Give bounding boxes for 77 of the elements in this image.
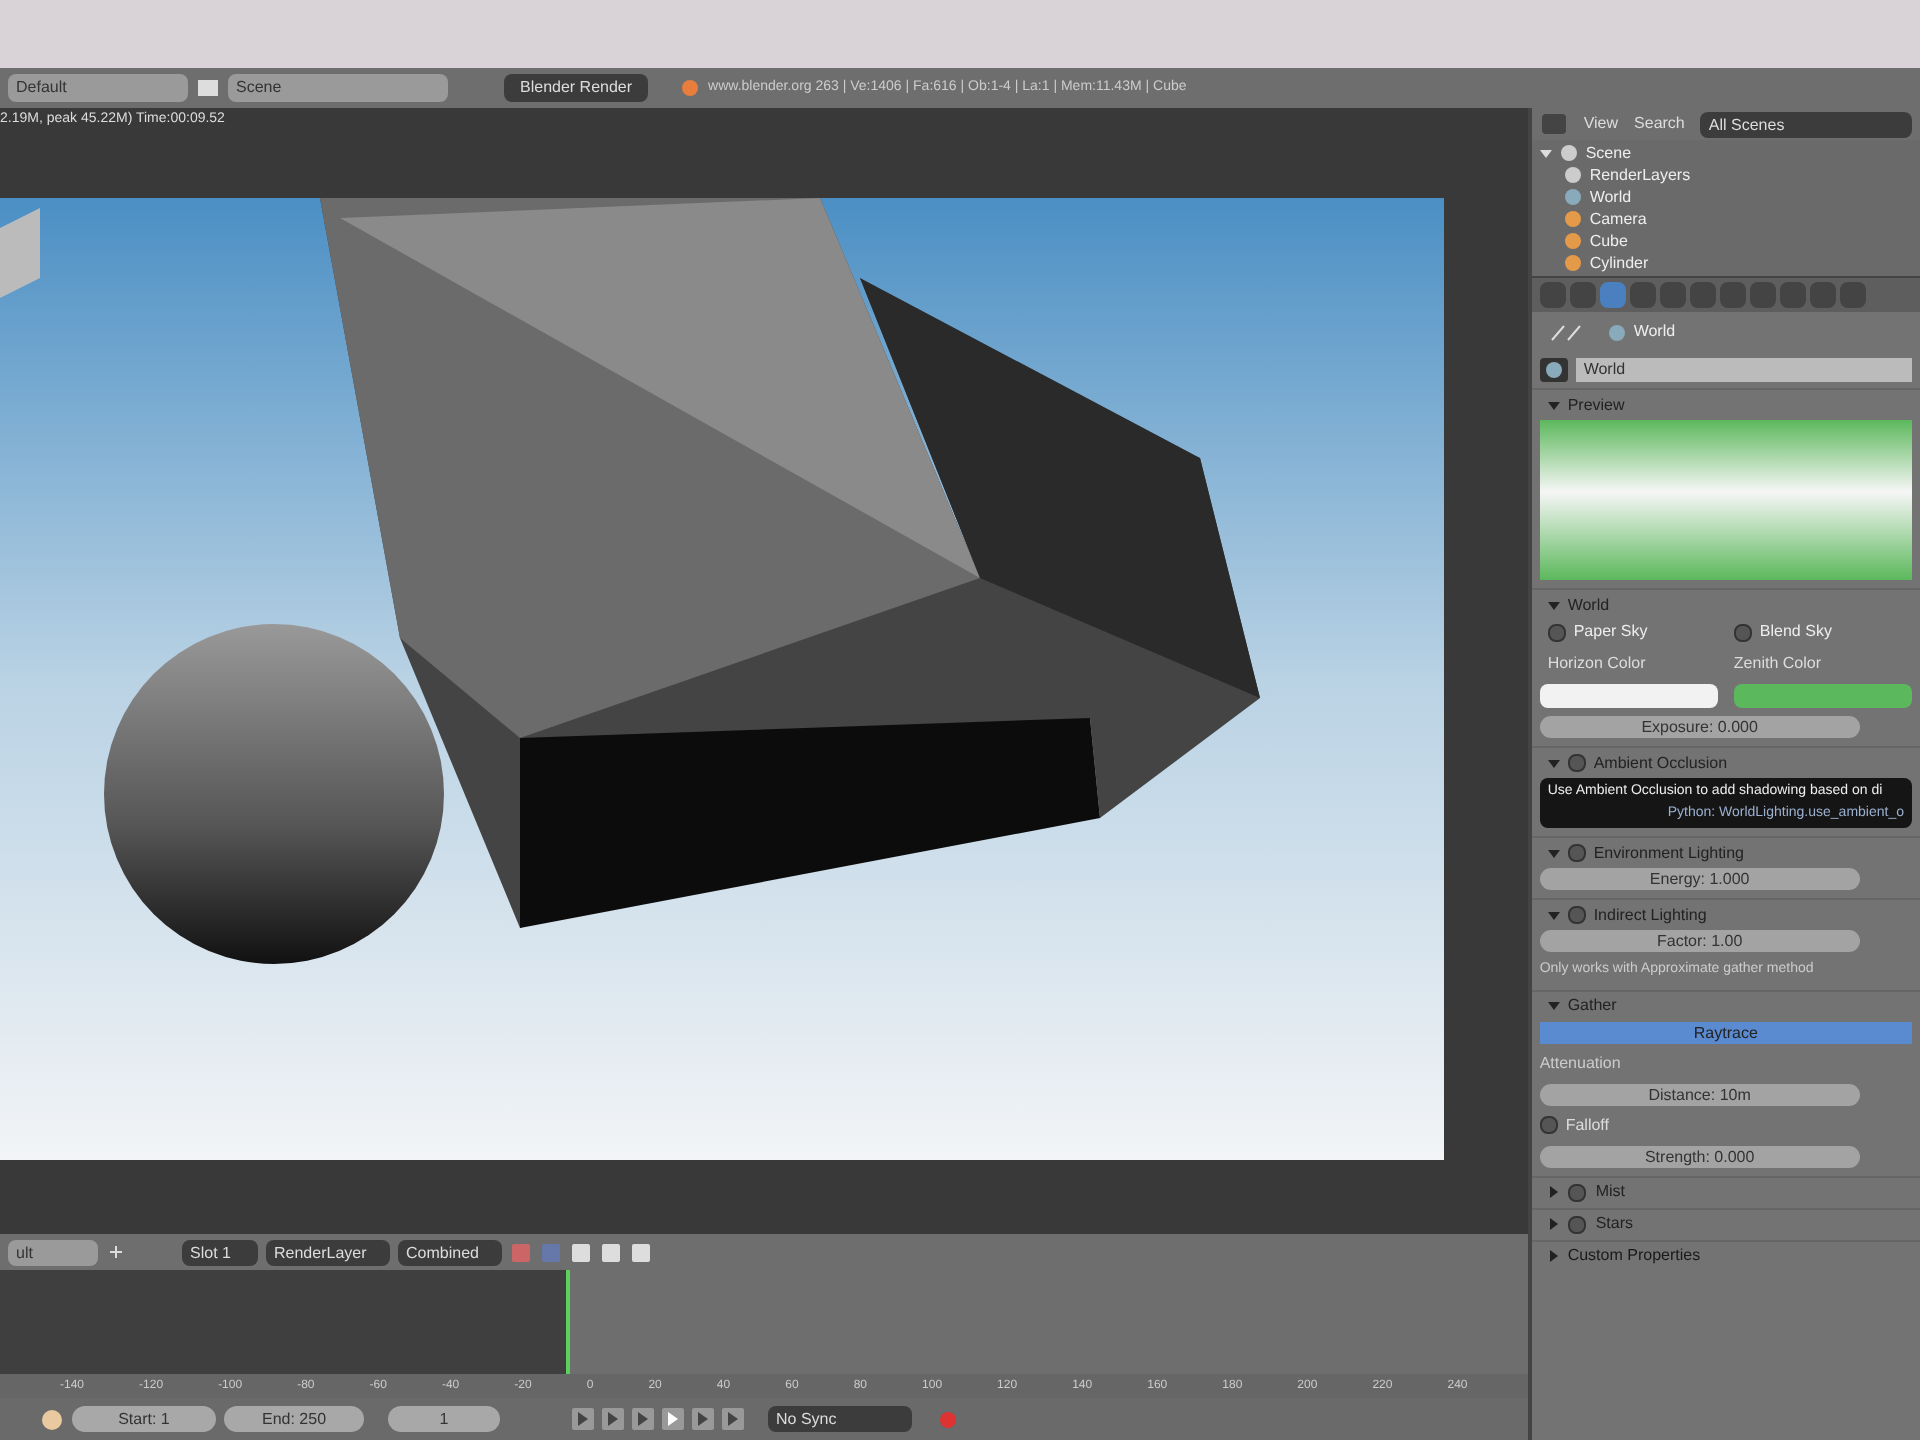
number-field[interactable]: Strength: 0.000: [1539, 1145, 1860, 1167]
layer-dropdown[interactable]: RenderLayer: [266, 1239, 390, 1265]
outliner-icon: [1539, 112, 1568, 136]
number-field[interactable]: Energy: 1.000: [1539, 868, 1860, 890]
properties-tab[interactable]: [1809, 282, 1836, 308]
checkbox-label: Falloff: [1565, 1113, 1609, 1137]
properties-tab[interactable]: [1689, 282, 1716, 308]
play-icon: [662, 1408, 684, 1430]
gather-method-button[interactable]: Raytrace: [1539, 1021, 1912, 1043]
properties-tab[interactable]: [1749, 282, 1776, 308]
number-field[interactable]: Factor: 1.00: [1539, 930, 1860, 952]
scene-filter-dropdown[interactable]: All Scenes: [1700, 111, 1912, 137]
panel-header[interactable]: Stars: [1593, 1212, 1633, 1236]
record-icon: [936, 1407, 960, 1431]
properties-tab[interactable]: [1719, 282, 1746, 308]
properties-tab[interactable]: [1599, 282, 1626, 308]
world-icon: [1607, 323, 1626, 341]
add-icon: [106, 1242, 126, 1262]
panel-header[interactable]: World: [1567, 593, 1610, 617]
menu-item[interactable]: View: [1583, 112, 1619, 136]
color-label: Zenith Color: [1733, 652, 1823, 676]
outliner-item[interactable]: Camera: [1589, 207, 1647, 231]
checkbox[interactable]: [1567, 1183, 1586, 1201]
checkbox[interactable]: [1567, 906, 1586, 924]
checkbox[interactable]: [1733, 623, 1752, 641]
current-frame-field[interactable]: 1: [388, 1406, 500, 1432]
menu-item[interactable]: Search: [1634, 112, 1685, 136]
properties-tab[interactable]: [1569, 282, 1596, 308]
properties-tab[interactable]: [1629, 282, 1656, 308]
checkbox-label: Paper Sky: [1573, 620, 1648, 644]
outliner-item[interactable]: World: [1589, 185, 1632, 209]
checkbox-label: Blend Sky: [1759, 620, 1832, 644]
clock-icon: [40, 1407, 64, 1431]
slot-dropdown[interactable]: Slot 1: [182, 1239, 258, 1265]
color-swatch[interactable]: [1539, 684, 1718, 708]
layout-dropdown[interactable]: Default: [8, 74, 188, 102]
outliner-item[interactable]: Cylinder: [1589, 251, 1649, 275]
end-frame-field[interactable]: End: 250: [224, 1406, 364, 1432]
checkbox[interactable]: [1539, 1116, 1558, 1134]
checkbox[interactable]: [1567, 754, 1586, 772]
pin-icon: [1547, 322, 1584, 342]
properties-tab[interactable]: [1659, 282, 1686, 308]
checkbox[interactable]: [1567, 844, 1586, 862]
number-field[interactable]: Exposure: 0.000: [1539, 716, 1860, 738]
panel-header[interactable]: Indirect Lighting: [1593, 903, 1707, 927]
color-swatch[interactable]: [1733, 684, 1913, 708]
outliner-item[interactable]: Cube: [1589, 229, 1628, 253]
panel-header[interactable]: Preview: [1567, 393, 1625, 417]
panel-header[interactable]: Environment Lighting: [1593, 841, 1744, 865]
world-icon: [1539, 358, 1568, 382]
panel-header[interactable]: Gather: [1567, 994, 1617, 1018]
outliner-item[interactable]: Scene: [1585, 141, 1632, 165]
alpha-icon: [540, 1241, 562, 1263]
properties-tab[interactable]: [1539, 282, 1566, 308]
properties-tab[interactable]: [1779, 282, 1806, 308]
context-path: World: [1633, 320, 1676, 344]
world-icon: [1563, 188, 1582, 206]
outliner-item[interactable]: RenderLayers: [1589, 163, 1691, 187]
pass-dropdown[interactable]: Combined: [398, 1239, 502, 1265]
panel-header[interactable]: Custom Properties: [1567, 1244, 1701, 1268]
render-engine-dropdown[interactable]: Blender Render: [504, 74, 649, 102]
sync-dropdown[interactable]: No Sync: [768, 1406, 912, 1432]
channels-icon: [510, 1241, 532, 1263]
scene-dropdown[interactable]: Scene: [228, 74, 448, 102]
panel-header[interactable]: Mist: [1593, 1180, 1625, 1204]
start-frame-field[interactable]: Start: 1: [72, 1406, 216, 1432]
current-frame-marker[interactable]: [565, 1270, 570, 1374]
image-dropdown[interactable]: ult: [8, 1239, 98, 1265]
panel-header[interactable]: Ambient Occlusion: [1593, 751, 1728, 775]
section-label: Attenuation: [1539, 1051, 1623, 1075]
properties-tab[interactable]: [1839, 282, 1866, 308]
color-label: Horizon Color: [1547, 652, 1648, 676]
checkbox[interactable]: [1547, 623, 1566, 641]
checkbox[interactable]: [1567, 1215, 1586, 1233]
number-field[interactable]: Distance: 10m: [1539, 1083, 1860, 1105]
world-name-field[interactable]: World: [1575, 358, 1912, 382]
screen-icon: [196, 76, 220, 100]
